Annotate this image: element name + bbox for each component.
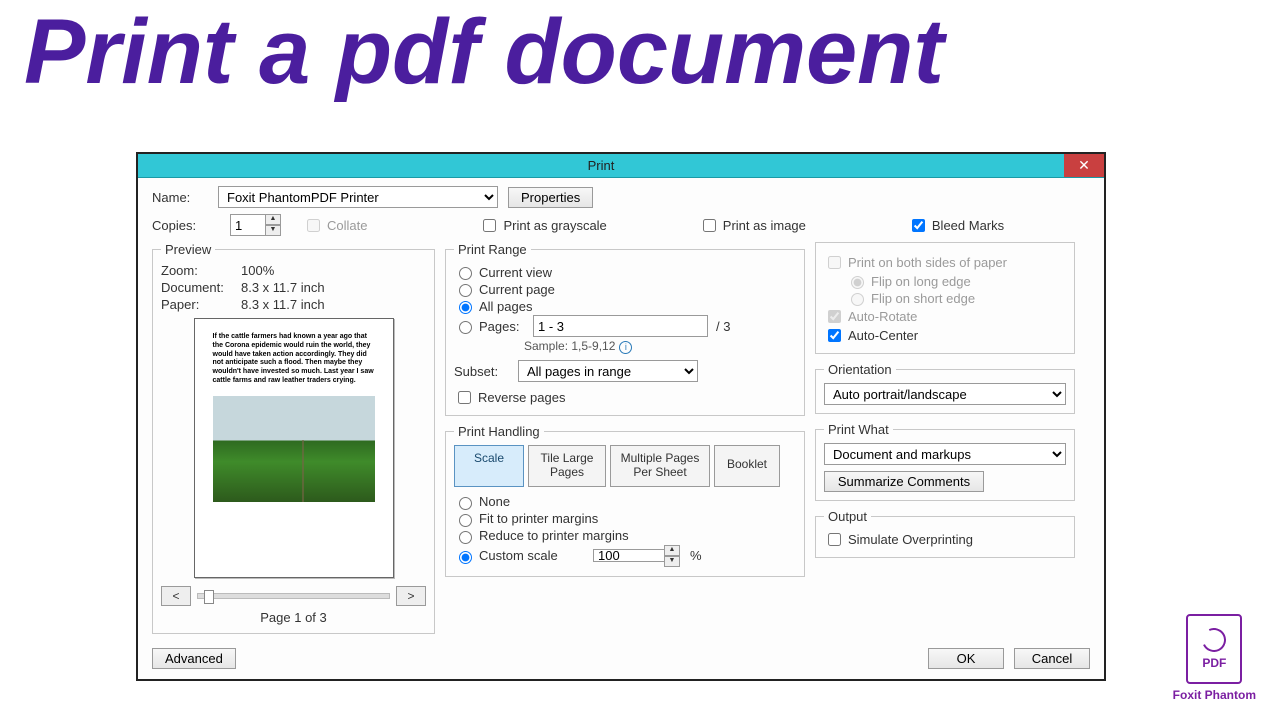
scale-custom-input[interactable] xyxy=(593,549,665,562)
grayscale-checkbox[interactable]: Print as grayscale xyxy=(479,216,606,235)
subset-label: Subset: xyxy=(454,364,508,379)
paper-value: 8.3 x 11.7 inch xyxy=(241,297,325,312)
app-logo: PDF Foxit Phantom xyxy=(1173,614,1256,702)
output-legend: Output xyxy=(824,509,871,524)
bleed-marks-checkbox[interactable]: Bleed Marks xyxy=(908,216,1004,235)
print-dialog: Print ✕ Name: Foxit PhantomPDF Printer P… xyxy=(136,152,1106,681)
printer-select[interactable]: Foxit PhantomPDF Printer xyxy=(218,186,498,208)
advanced-button[interactable]: Advanced xyxy=(152,648,236,669)
print-what-select[interactable]: Document and markups xyxy=(824,443,1066,465)
flip-short-edge: Flip on short edge xyxy=(846,290,1066,306)
range-pages-total: / 3 xyxy=(716,319,730,334)
print-as-image-checkbox[interactable]: Print as image xyxy=(699,216,806,235)
ok-button[interactable]: OK xyxy=(928,648,1004,669)
preview-prev-button[interactable]: < xyxy=(161,586,191,606)
logo-pdf-text: PDF xyxy=(1202,656,1226,670)
print-what-group: Print What Document and markups Summariz… xyxy=(815,422,1075,501)
info-icon[interactable]: i xyxy=(619,341,632,354)
logo-caption: Foxit Phantom xyxy=(1173,688,1256,702)
copies-input[interactable] xyxy=(230,214,266,236)
swirl-icon xyxy=(1199,625,1230,656)
spin-down-icon[interactable]: ▼ xyxy=(265,225,281,236)
preview-slider[interactable] xyxy=(197,593,390,599)
percent-label: % xyxy=(690,548,702,563)
range-all-pages[interactable]: All pages xyxy=(454,298,796,314)
close-icon: ✕ xyxy=(1078,157,1090,174)
tab-tile-large-pages[interactable]: Tile Large Pages xyxy=(528,445,606,487)
print-range-group: Print Range Current view Current page Al… xyxy=(445,242,805,416)
orientation-group: Orientation Auto portrait/landscape xyxy=(815,362,1075,414)
page-headline: Print a pdf document xyxy=(0,0,1280,106)
close-button[interactable]: ✕ xyxy=(1064,154,1104,177)
paper-label: Paper: xyxy=(161,297,233,312)
preview-sample-image xyxy=(213,396,375,502)
preview-page: If the cattle farmers had known a year a… xyxy=(194,318,394,578)
auto-center-checkbox[interactable]: Auto-Center xyxy=(824,326,1066,345)
orientation-legend: Orientation xyxy=(824,362,896,377)
titlebar: Print ✕ xyxy=(138,154,1104,178)
scale-custom-label: Custom scale xyxy=(479,548,589,563)
properties-button[interactable]: Properties xyxy=(508,187,593,208)
scale-none[interactable]: None xyxy=(454,494,796,510)
output-group: Output Simulate Overprinting xyxy=(815,509,1075,558)
scale-custom-radio[interactable] xyxy=(459,551,472,564)
range-pages-label: Pages: xyxy=(479,319,529,334)
subset-select[interactable]: All pages in range xyxy=(518,360,698,382)
preview-sample-text: If the cattle farmers had known a year a… xyxy=(213,333,375,386)
tab-scale[interactable]: Scale xyxy=(454,445,524,487)
cancel-button[interactable]: Cancel xyxy=(1014,648,1090,669)
dialog-title: Print xyxy=(138,158,1064,173)
slider-thumb[interactable] xyxy=(204,590,214,604)
spin-up-icon[interactable]: ▲ xyxy=(265,214,281,225)
range-pages-radio[interactable] xyxy=(459,321,472,334)
reverse-pages-checkbox[interactable]: Reverse pages xyxy=(454,388,796,407)
zoom-label: Zoom: xyxy=(161,263,233,278)
scale-fit[interactable]: Fit to printer margins xyxy=(454,511,796,527)
flip-long-edge: Flip on long edge xyxy=(846,273,1066,289)
zoom-value: 100% xyxy=(241,263,274,278)
range-pages-input[interactable] xyxy=(533,315,708,337)
auto-rotate-checkbox: Auto-Rotate xyxy=(824,307,1066,326)
scale-custom-spinner[interactable]: ▲▼ xyxy=(593,545,680,567)
range-current-view[interactable]: Current view xyxy=(454,264,796,280)
document-value: 8.3 x 11.7 inch xyxy=(241,280,325,295)
scale-reduce[interactable]: Reduce to printer margins xyxy=(454,528,796,544)
tab-multiple-pages[interactable]: Multiple Pages Per Sheet xyxy=(610,445,710,487)
copies-label: Copies: xyxy=(152,218,208,233)
preview-legend: Preview xyxy=(161,242,215,257)
print-handling-legend: Print Handling xyxy=(454,424,544,439)
both-sides-checkbox: Print on both sides of paper xyxy=(824,253,1066,272)
preview-next-button[interactable]: > xyxy=(396,586,426,606)
collate-checkbox: Collate xyxy=(303,216,367,235)
name-label: Name: xyxy=(152,190,208,205)
orientation-select[interactable]: Auto portrait/landscape xyxy=(824,383,1066,405)
print-what-legend: Print What xyxy=(824,422,893,437)
duplex-group: Print on both sides of paper Flip on lon… xyxy=(815,242,1075,354)
tab-booklet[interactable]: Booklet xyxy=(714,445,780,487)
simulate-overprinting-checkbox[interactable]: Simulate Overprinting xyxy=(824,530,1066,549)
spin-up-icon[interactable]: ▲ xyxy=(664,545,680,556)
summarize-comments-button[interactable]: Summarize Comments xyxy=(824,471,984,492)
preview-page-indicator: Page 1 of 3 xyxy=(161,610,426,625)
range-current-page[interactable]: Current page xyxy=(454,281,796,297)
spin-down-icon[interactable]: ▼ xyxy=(664,556,680,567)
print-handling-group: Print Handling Scale Tile Large Pages Mu… xyxy=(445,424,805,577)
print-range-legend: Print Range xyxy=(454,242,531,257)
document-label: Document: xyxy=(161,280,233,295)
preview-group: Preview Zoom: 100% Document: 8.3 x 11.7 in… xyxy=(152,242,435,634)
range-sample-hint: Sample: 1,5-9,12i xyxy=(524,339,796,354)
copies-spinner[interactable]: ▲▼ xyxy=(230,214,281,236)
